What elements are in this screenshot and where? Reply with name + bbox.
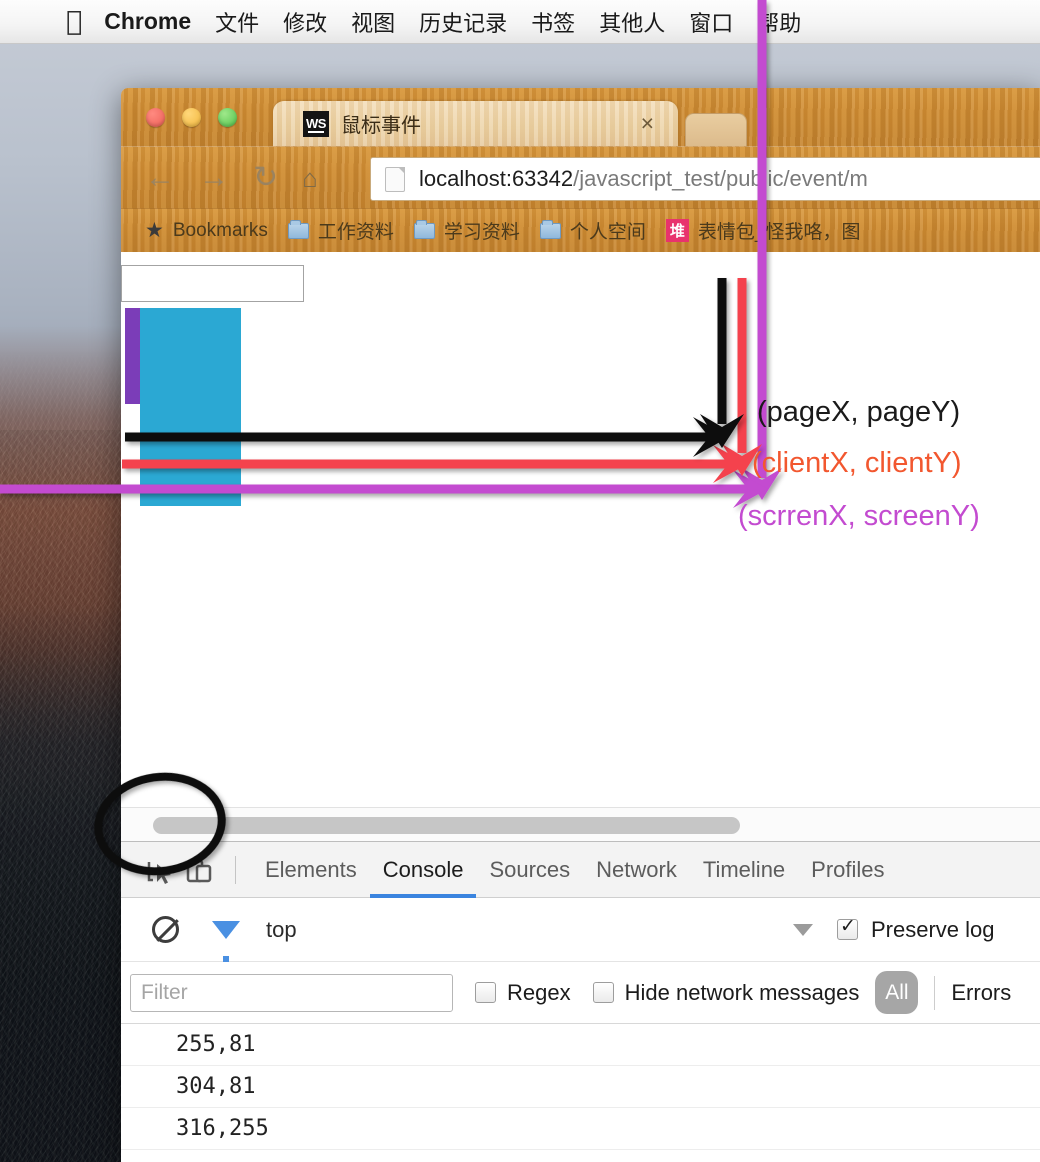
forward-icon[interactable]: → bbox=[199, 162, 229, 193]
bookmark-label: 个人空间 bbox=[569, 222, 646, 243]
bookmark-item-emoji[interactable]: 堆 表情包_怪我咯，图 bbox=[665, 217, 861, 244]
bookmark-label: 学习资料 bbox=[443, 222, 520, 243]
hide-network-checkbox[interactable] bbox=[592, 982, 614, 1003]
tab-title: 鼠标事件 bbox=[341, 115, 421, 137]
menu-item-view[interactable]: 视图 bbox=[351, 6, 395, 38]
console-toolbar: top Preserve log bbox=[121, 898, 1040, 967]
bookmark-item-personal[interactable]: 个人空间 bbox=[539, 217, 646, 244]
folder-icon bbox=[539, 219, 561, 239]
horizontal-scrollbar[interactable] bbox=[121, 807, 1040, 842]
console-log-row[interactable]: 304,81 bbox=[121, 1066, 1040, 1108]
back-icon[interactable]: ← bbox=[145, 162, 175, 193]
level-all-button[interactable]: All bbox=[875, 971, 919, 1014]
menu-item-people[interactable]: 其他人 bbox=[599, 6, 665, 38]
text-input[interactable] bbox=[121, 265, 304, 302]
devtools-panel: Elements Console Sources Network Timelin… bbox=[121, 842, 1040, 1162]
bookmark-label: 表情包_怪我咯，图 bbox=[697, 222, 861, 243]
console-output: 255,81 304,81 316,255 bbox=[121, 1024, 1040, 1150]
star-icon: ★ bbox=[145, 219, 164, 242]
console-context-selector[interactable]: top bbox=[266, 917, 297, 943]
menu-item-chrome[interactable]: Chrome bbox=[104, 8, 191, 35]
tab-profiles[interactable]: Profiles bbox=[798, 842, 897, 898]
close-window-button[interactable] bbox=[146, 108, 165, 127]
bookmark-label: 工作资料 bbox=[317, 222, 394, 243]
console-log-row[interactable]: 255,81 bbox=[121, 1024, 1040, 1066]
url-host: localhost:63342 bbox=[419, 166, 574, 191]
filter-divider bbox=[934, 975, 936, 1010]
home-icon[interactable]: ⌂ bbox=[302, 165, 318, 191]
apple-logo-icon[interactable]:  bbox=[66, 8, 82, 35]
devtools-tabbar: Elements Console Sources Network Timelin… bbox=[121, 842, 1040, 898]
funnel-icon[interactable] bbox=[212, 920, 240, 967]
folder-icon bbox=[287, 219, 309, 239]
scrollbar-thumb[interactable] bbox=[153, 817, 740, 834]
maximize-window-button[interactable] bbox=[218, 108, 237, 127]
bookmark-item-bookmarks[interactable]: ★ Bookmarks bbox=[145, 220, 268, 242]
console-log-row[interactable]: 316,255 bbox=[121, 1108, 1040, 1150]
bookmark-item-study[interactable]: 学习资料 bbox=[413, 217, 520, 244]
browser-tab[interactable]: WS 鼠标事件 × bbox=[273, 101, 678, 146]
macos-menu-bar:  Chrome 文件 修改 视图 历史记录 书签 其他人 窗口 帮助 bbox=[0, 0, 1040, 44]
filter-input[interactable] bbox=[130, 973, 453, 1012]
bookmark-label: Bookmarks bbox=[172, 219, 268, 241]
url-path: /javascript_test/public/event/m bbox=[573, 166, 868, 191]
regex-label: Regex bbox=[507, 979, 571, 1005]
regex-toggle[interactable]: Regex bbox=[475, 980, 571, 1006]
tab-elements[interactable]: Elements bbox=[252, 842, 370, 898]
page-viewport bbox=[121, 252, 1040, 807]
tab-strip: WS 鼠标事件 × bbox=[121, 88, 1040, 146]
regex-checkbox[interactable] bbox=[475, 982, 496, 1003]
folder-icon bbox=[413, 219, 435, 239]
tab-network[interactable]: Network bbox=[583, 842, 690, 898]
toolbar-divider bbox=[235, 855, 236, 884]
caret-down-icon[interactable] bbox=[793, 923, 813, 936]
clear-console-icon[interactable] bbox=[152, 916, 179, 943]
preserve-log-checkbox[interactable] bbox=[837, 916, 858, 940]
window-controls[interactable] bbox=[146, 108, 237, 127]
tab-timeline[interactable]: Timeline bbox=[690, 842, 798, 898]
console-filter-row: Regex Hide network messages All Errors bbox=[121, 962, 1040, 1024]
hide-network-toggle[interactable]: Hide network messages bbox=[592, 979, 860, 1006]
bookmarks-bar: ★ Bookmarks 工作资料 学习资料 个人空间 堆 表情包_怪我咯，图 bbox=[121, 208, 1040, 252]
close-tab-icon[interactable]: × bbox=[641, 112, 654, 135]
menu-item-file[interactable]: 文件 bbox=[215, 6, 259, 38]
new-tab-button[interactable] bbox=[685, 113, 747, 146]
cyan-box[interactable] bbox=[140, 308, 241, 506]
menu-item-bookmarks[interactable]: 书签 bbox=[531, 6, 575, 38]
tab-sources[interactable]: Sources bbox=[476, 842, 583, 898]
preserve-log-toggle[interactable]: Preserve log bbox=[837, 916, 995, 943]
menu-item-help[interactable]: 帮助 bbox=[757, 6, 801, 38]
menu-item-history[interactable]: 历史记录 bbox=[419, 6, 507, 38]
level-errors-button[interactable]: Errors bbox=[951, 980, 1011, 1006]
tab-console[interactable]: Console bbox=[370, 842, 477, 898]
site-icon: 堆 bbox=[665, 219, 689, 242]
webstorm-favicon: WS bbox=[303, 110, 329, 137]
hide-network-label: Hide network messages bbox=[624, 979, 860, 1005]
minimize-window-button[interactable] bbox=[182, 108, 201, 127]
menu-item-window[interactable]: 窗口 bbox=[689, 6, 733, 38]
page-info-icon[interactable] bbox=[385, 166, 405, 192]
preserve-log-label: Preserve log bbox=[871, 916, 995, 942]
address-bar-url: localhost:63342/javascript_test/public/e… bbox=[419, 166, 868, 192]
inspect-element-icon[interactable] bbox=[139, 850, 179, 890]
menu-item-edit[interactable]: 修改 bbox=[283, 6, 327, 38]
reload-icon[interactable]: ↻ bbox=[253, 162, 278, 193]
address-bar[interactable]: localhost:63342/javascript_test/public/e… bbox=[370, 157, 1040, 201]
browser-toolbar: ← → ↻ ⌂ localhost:63342/javascript_test/… bbox=[121, 146, 1040, 208]
chrome-browser-window: WS 鼠标事件 × ← → ↻ ⌂ localhost:63342/javasc… bbox=[121, 88, 1040, 1162]
device-toolbar-icon[interactable] bbox=[179, 850, 219, 890]
bookmark-item-work[interactable]: 工作资料 bbox=[287, 217, 394, 244]
